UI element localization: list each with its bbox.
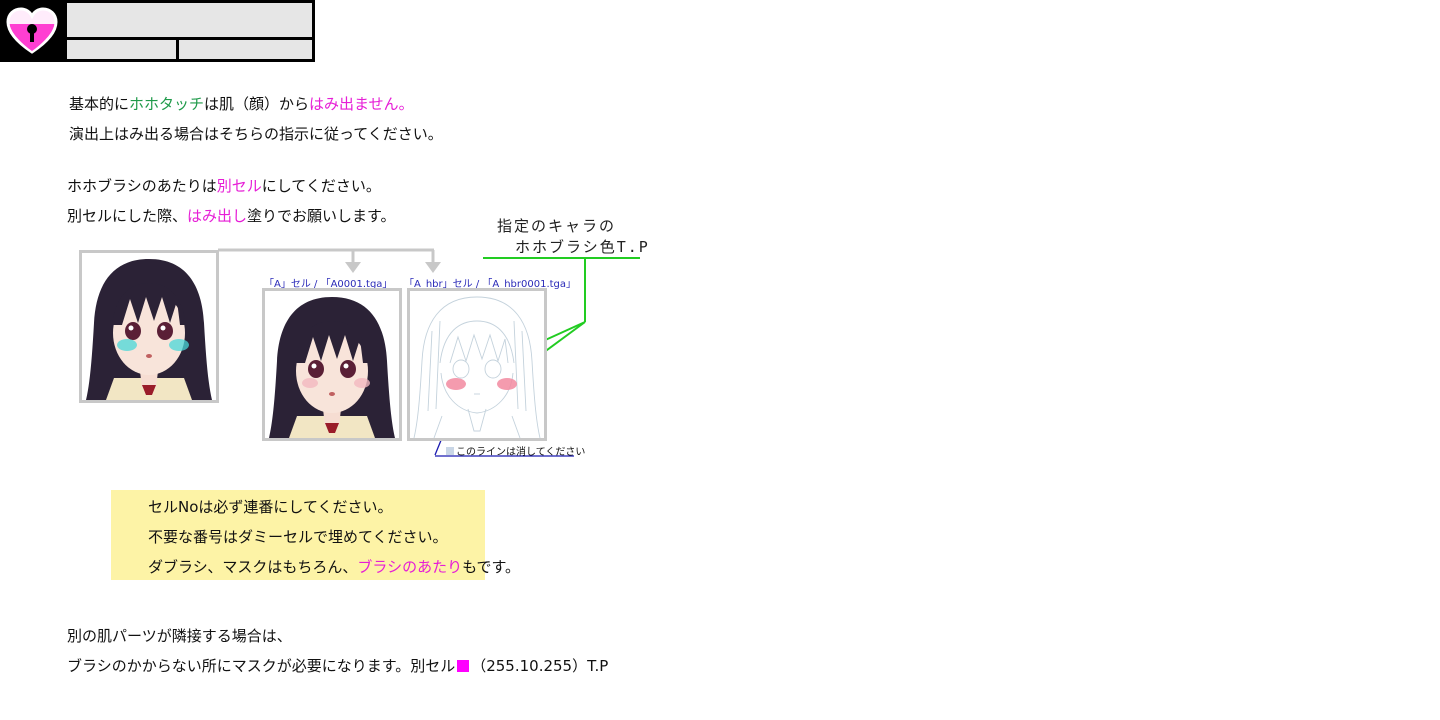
text-segment: もです。 (462, 558, 521, 576)
rule-line-5: 別の肌パーツが隣接する場合は、 (67, 627, 292, 645)
note-box: セルNoは必ず連番にしてください。 不要な番号はダミーセルで埋めてください。 ダ… (111, 490, 520, 580)
caption-text: このラインは消してください (456, 447, 586, 458)
note-line-2: 不要な番号はダミーセルで埋めてください。 (148, 528, 448, 546)
character-face-icon (265, 291, 399, 438)
arrow-down-icon (345, 262, 361, 273)
arrow-down-icon (425, 262, 441, 273)
mask-color-swatch (457, 660, 470, 672)
note-line-1: セルNoは必ず連番にしてください。 (148, 498, 393, 516)
highlight-pink: ブラシのあたり (357, 558, 463, 576)
text-segment: ダブラシ、マスクはもちろん、 (148, 558, 358, 576)
cel-hbr-image (407, 288, 547, 441)
text-segment: （255.10.255）T.P (471, 657, 609, 675)
character-lineart-icon (410, 291, 544, 438)
cel-a-image (262, 288, 402, 441)
note-line-3: ダブラシ、マスクはもちろん、ブラシのあたりもです。 (148, 557, 520, 577)
text-segment: ブラシのかからない所にマスクが必要になります。別セル (67, 657, 456, 675)
line-color-swatch (446, 447, 454, 455)
original-face-image (79, 250, 219, 403)
rule-line-6: ブラシのかからない所にマスクが必要になります。別セル （255.10.255）T.… (67, 656, 608, 676)
character-face-icon (82, 253, 216, 400)
erase-line-caption: このラインは消してください (446, 443, 585, 458)
